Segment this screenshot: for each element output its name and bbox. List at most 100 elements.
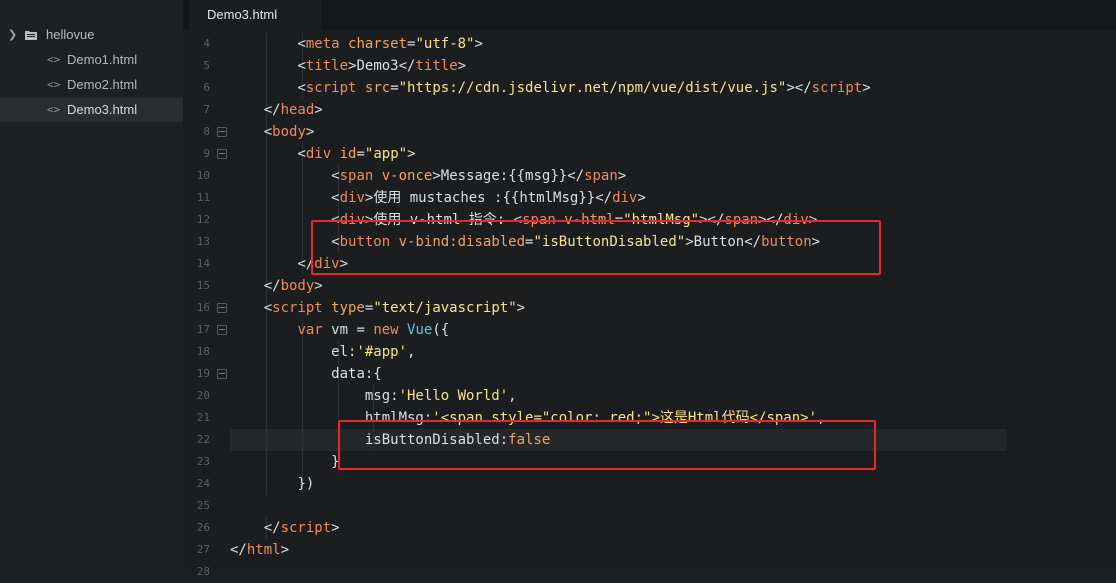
code-token: > (314, 278, 323, 294)
code-line[interactable]: 9 <div id="app"> (183, 143, 1116, 165)
code-token: title (415, 58, 458, 74)
code-line[interactable]: 4 <meta charset="utf-8"> (183, 33, 1116, 55)
code-text: </script> (230, 517, 340, 539)
code-line[interactable]: 15 </body> (183, 275, 1116, 297)
code-token: </ (567, 168, 585, 184)
code-token: msg: (364, 388, 399, 404)
line-number: 4 (203, 37, 210, 50)
code-line[interactable]: 18 el:'#app', (183, 341, 1116, 363)
code-line[interactable]: 27 </html> (183, 539, 1116, 561)
line-number: 19 (196, 367, 210, 380)
code-token: < (297, 58, 306, 74)
code-token: data:{ (331, 366, 382, 382)
folder-hellovue[interactable]: ❯ hellovue (0, 24, 183, 46)
code-token: body (272, 124, 306, 140)
code-text: <title>Demo3</title> (230, 55, 466, 77)
code-token: < (297, 80, 306, 96)
code-area[interactable]: 4 <meta charset="utf-8"> 5 <title>Demo3</… (183, 33, 1116, 578)
chevron-down-icon[interactable]: ❯ (8, 24, 17, 46)
code-line[interactable]: 19 data:{ (183, 363, 1116, 385)
code-token: script (305, 80, 357, 96)
code-token: </ (595, 190, 613, 206)
code-token: > (331, 520, 340, 536)
fold-toggle-icon[interactable] (217, 149, 227, 159)
code-editor[interactable]: Demo3.html 4 <meta charset="utf-8"> 5 <ti… (183, 0, 1116, 578)
code-token: Message:{{msg}} (440, 168, 568, 184)
code-line[interactable]: 28 (183, 561, 1116, 583)
code-line[interactable]: 25 (183, 495, 1116, 517)
code-token: = (356, 146, 365, 162)
fold-toggle-icon[interactable] (217, 369, 227, 379)
code-token: "utf-8" (415, 36, 475, 52)
code-token: > (407, 146, 416, 162)
code-line[interactable]: 6 <script src="https://cdn.jsdelivr.net/… (183, 77, 1116, 99)
code-token: charset (348, 36, 408, 52)
code-token: </ (230, 542, 247, 558)
code-token: > (314, 102, 323, 118)
line-number: 25 (196, 499, 210, 512)
code-token: > (474, 36, 483, 52)
code-token: 'Hello World' (398, 388, 509, 404)
code-text: <div>使用 mustaches :{{htmlMsg}}</div> (230, 187, 646, 209)
tab-demo3[interactable]: Demo3.html (189, 0, 321, 30)
code-token: > (516, 300, 526, 316)
code-line[interactable]: 26 </script> (183, 517, 1116, 539)
code-token: , (508, 388, 517, 404)
fold-toggle-icon[interactable] (217, 303, 227, 313)
code-token: < (297, 36, 306, 52)
file-item[interactable]: <> Demo2.html (0, 73, 183, 97)
code-token: div (612, 190, 638, 206)
line-number: 21 (196, 411, 210, 424)
code-token: src (364, 80, 391, 96)
line-number: 13 (196, 235, 210, 248)
code-token: "https://cdn.jsdelivr.net/npm/vue/dist/v… (398, 80, 787, 96)
line-number: 6 (203, 81, 210, 94)
line-number: 17 (196, 323, 210, 336)
code-token: html (246, 542, 281, 558)
code-line[interactable]: 5 <title>Demo3</title> (183, 55, 1116, 77)
code-line[interactable]: 20 msg:'Hello World', (183, 385, 1116, 407)
code-token: script (811, 80, 863, 96)
code-token: </ (263, 520, 281, 536)
line-number: 11 (196, 191, 210, 204)
code-token: > (457, 58, 467, 74)
code-line[interactable]: 11 <div>使用 mustaches :{{htmlMsg}}</div> (183, 187, 1116, 209)
code-line[interactable]: 24 }) (183, 473, 1116, 495)
line-number: 26 (196, 521, 210, 534)
code-line[interactable]: 10 <span v-once>Message:{{msg}}</span> (183, 165, 1116, 187)
code-token: meta (305, 36, 340, 52)
code-token: span (339, 168, 374, 184)
code-token: vm = (322, 322, 374, 338)
file-item[interactable]: <> Demo3.html (0, 98, 183, 122)
line-number: 5 (203, 59, 210, 72)
code-text: data:{ (230, 363, 382, 385)
code-token: > (862, 80, 871, 96)
fold-toggle-icon[interactable] (217, 127, 227, 137)
code-token: el: (331, 344, 357, 360)
code-text: }) (230, 473, 314, 495)
code-line[interactable]: 7 </head> (183, 99, 1116, 121)
code-token: div (339, 190, 365, 206)
tab-label: Demo3.html (207, 7, 278, 22)
code-file-icon: <> (47, 53, 61, 66)
line-number: 16 (196, 301, 210, 314)
code-token: type (331, 300, 365, 316)
file-item[interactable]: <> Demo1.html (0, 48, 183, 72)
code-token: > (432, 168, 441, 184)
code-line[interactable]: 16 <script type="text/javascript"> (183, 297, 1116, 319)
code-token: Vue (407, 322, 433, 338)
code-line[interactable]: 17 var vm = new Vue({ (183, 319, 1116, 341)
code-line[interactable]: 8 <body> (183, 121, 1116, 143)
code-token: ({ (432, 322, 450, 338)
code-token: title (305, 58, 349, 74)
fold-toggle-icon[interactable] (217, 325, 227, 335)
